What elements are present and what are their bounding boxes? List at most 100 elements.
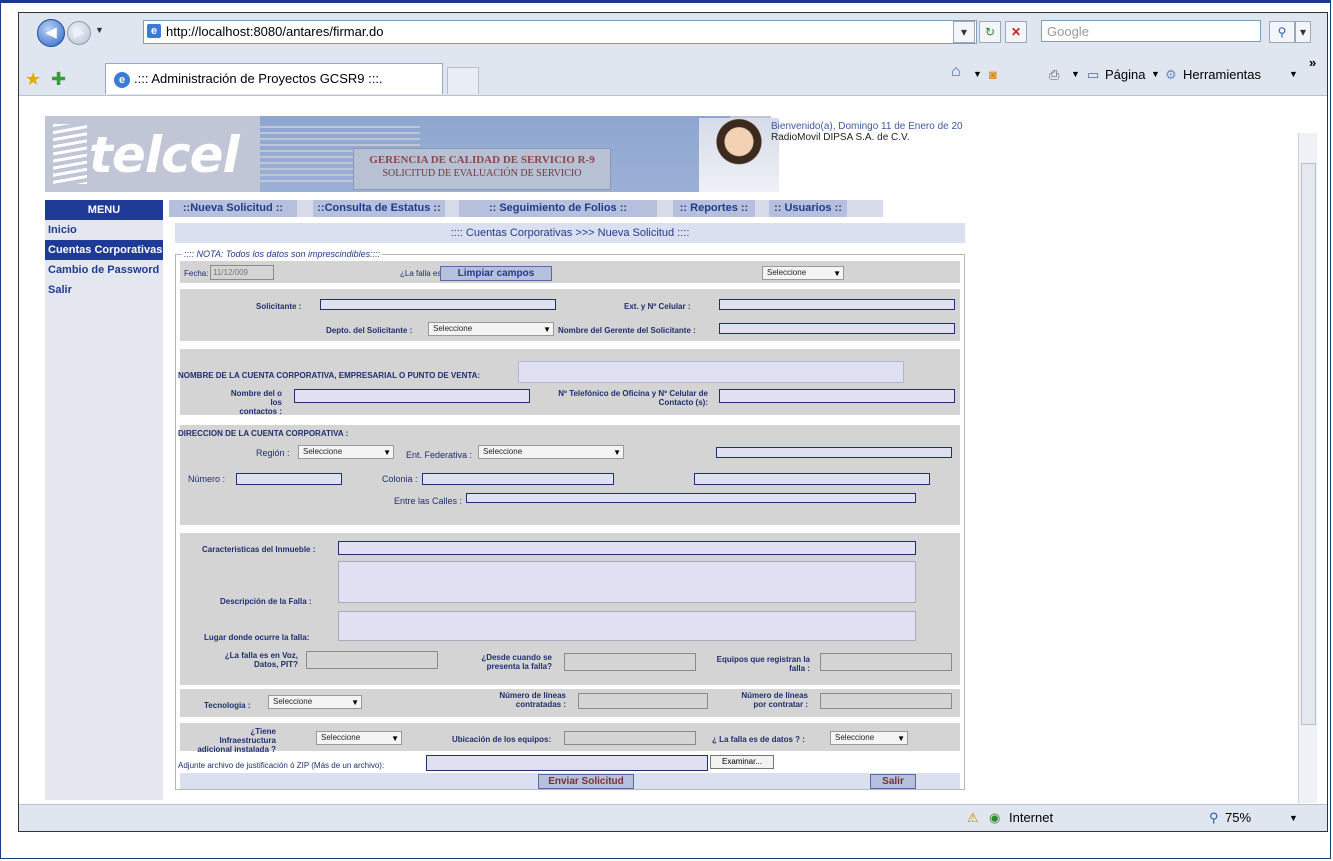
print-icon[interactable]: ⎙ [1049,67,1059,83]
lineas-contratadas-field[interactable] [578,693,708,709]
descripcion-textarea[interactable] [338,561,916,603]
lineas-por-contratar-label-2: por contratar : [753,700,808,709]
lineas-por-contratar-field[interactable] [820,693,952,709]
direccion-label: DIRECCION DE LA CUENTA CORPORATIVA : [178,429,349,438]
feeds-icon[interactable]: ◙ [989,67,997,82]
add-favorite-icon[interactable]: ✚ [51,69,66,90]
welcome-text: Bienvenido(a), Domingo 11 de Enero de 20 [771,121,963,132]
banner-line-2: SOLICITUD DE EVALUACIÓN DE SERVICIO [382,168,582,179]
fecha-field[interactable]: 11/12/009 [210,265,274,280]
back-button[interactable]: ◀ [37,19,65,47]
infra-label-1: ¿Tiene Infraestructura [219,727,276,745]
menu-nueva-solicitud[interactable]: ::Nueva Solicitud :: [169,200,297,217]
search-options-icon[interactable]: ▾ [1295,21,1311,43]
tools-dropdown-icon[interactable]: ▼ [1289,69,1298,79]
home-dropdown-icon[interactable]: ▼ [973,69,982,79]
numero-field[interactable] [236,473,342,485]
colonia-label: Colonia : [382,474,418,484]
desde-label-1: ¿Desde cuando se [481,653,552,662]
exit-button[interactable]: Salir [870,774,916,789]
print-dropdown-icon[interactable]: ▼ [1071,69,1080,79]
address-bar[interactable]: e http://localhost:8080/antares/firmar.d… [143,20,977,44]
chevron-more-icon[interactable]: » [1309,55,1316,70]
lugar-textarea[interactable] [338,611,916,641]
voz-label-2: Datos, PIT? [253,660,298,669]
company-name: RadioMovil DIPSA S.A. de C.V. [771,132,910,143]
colonia-extra-field[interactable] [694,473,930,485]
ubicacion-label: Ubicación de los equipos: [452,735,552,744]
vertical-scrollbar[interactable] [1298,133,1317,803]
tools-menu[interactable]: Herramientas [1183,67,1261,82]
page-dropdown-icon[interactable]: ▼ [1151,69,1160,79]
logo-stripes [53,124,87,184]
search-input[interactable]: Google [1041,20,1261,42]
direccion-extra-field[interactable] [716,447,952,458]
search-icon[interactable]: ⚲ [1269,21,1295,43]
caracteristicas-field[interactable] [338,541,916,555]
voz-field[interactable] [306,651,438,669]
forward-button[interactable]: ▶ [67,21,91,45]
datos-select[interactable]: Seleccione ▼ [830,731,908,745]
equipos-field[interactable] [820,653,952,671]
sidebar-item-cuentas-corporativas[interactable]: Cuentas Corporativas [45,240,163,260]
sidebar-item-inicio[interactable]: Inicio [45,220,163,240]
chevron-down-icon: ▼ [383,448,391,457]
equipos-label-2: falla : [789,664,810,673]
ent-select-value: Seleccione [483,447,523,456]
falla-select[interactable]: Seleccione ▼ [762,266,844,280]
page-menu-icon: ▭ [1087,67,1100,82]
ext-field[interactable] [719,299,955,310]
refresh-icon[interactable]: ↻ [979,21,1001,43]
zoom-icon: ⚲ [1209,810,1219,825]
sidebar-item-salir[interactable]: Salir [45,280,163,300]
history-dropdown-icon[interactable]: ▼ [95,25,104,35]
address-dropdown-icon[interactable]: ▾ [953,21,975,43]
contactos-field[interactable] [294,389,530,403]
region-label: Región : [256,448,290,458]
address-toolbar: ◀ ▶ ▼ e http://localhost:8080/antares/fi… [19,13,1327,54]
desde-field[interactable] [564,653,696,671]
ent-select[interactable]: Seleccione ▼ [478,445,624,459]
menu-usuarios[interactable]: :: Usuarios :: [769,200,847,217]
zoom-level[interactable]: 75% [1225,805,1251,831]
page-menu[interactable]: Página [1105,67,1145,82]
equipos-label: Equipos que registran la falla : [706,655,810,673]
zoom-dropdown-icon[interactable]: ▼ [1289,805,1298,831]
favorites-star-icon[interactable]: ★ [25,69,41,90]
depto-select[interactable]: Seleccione ▼ [428,322,554,336]
lugar-label: Lugar donde ocurre la falla: [204,633,310,642]
send-request-button[interactable]: Enviar Solicitud [538,774,634,789]
tools-gear-icon: ⚙ [1165,67,1177,82]
security-warning-icon[interactable]: ⚠ [967,805,979,831]
cuenta-field[interactable] [518,361,904,383]
new-tab-button[interactable] [447,67,479,94]
banner-photo [699,118,779,192]
stop-icon[interactable]: ✕ [1005,21,1027,43]
header-banner: telcel GERENCIA DE CALIDAD DE SERVICIO R… [45,116,779,192]
file-path-field[interactable] [426,755,708,771]
scrollbar-thumb[interactable] [1301,163,1316,725]
ubicacion-field[interactable] [564,731,696,745]
colonia-field[interactable] [422,473,614,485]
form-title: :::: Cuentas Corporativas >>> Nueva Soli… [175,223,965,243]
browse-button[interactable]: Examinar... [710,755,774,769]
tecnologia-select[interactable]: Seleccione ▼ [268,695,362,709]
cuenta-label: NOMBRE DE LA CUENTA CORPORATIVA, EMPRESA… [178,371,481,380]
solicitante-field[interactable] [320,299,556,310]
clear-fields-button[interactable]: Limpiar campos [440,266,552,281]
tab-toolbar: ★ ✚ e .::: Administración de Proyectos GC… [19,53,1327,96]
gerente-field[interactable] [719,323,955,334]
calles-field[interactable] [466,493,916,503]
home-icon[interactable]: ⌂ [951,63,961,81]
calles-label: Entre las Calles : [394,496,463,506]
menu-consulta-estatus[interactable]: ::Consulta de Estatus :: [313,200,445,217]
menu-seguimiento-folios[interactable]: :: Seguimiento de Folios :: [459,200,657,217]
menu-reportes[interactable]: :: Reportes :: [673,200,755,217]
sidebar-item-cambio-password[interactable]: Cambio de Password [45,260,163,280]
telefono-field[interactable] [719,389,955,403]
tab-active[interactable]: e .::: Administración de Proyectos GCSR9 … [105,63,443,94]
page-icon: e [147,24,161,38]
tecnologia-select-value: Seleccione [273,697,313,706]
region-select[interactable]: Seleccione ▼ [298,445,394,459]
infra-select[interactable]: Seleccione ▼ [316,731,402,745]
